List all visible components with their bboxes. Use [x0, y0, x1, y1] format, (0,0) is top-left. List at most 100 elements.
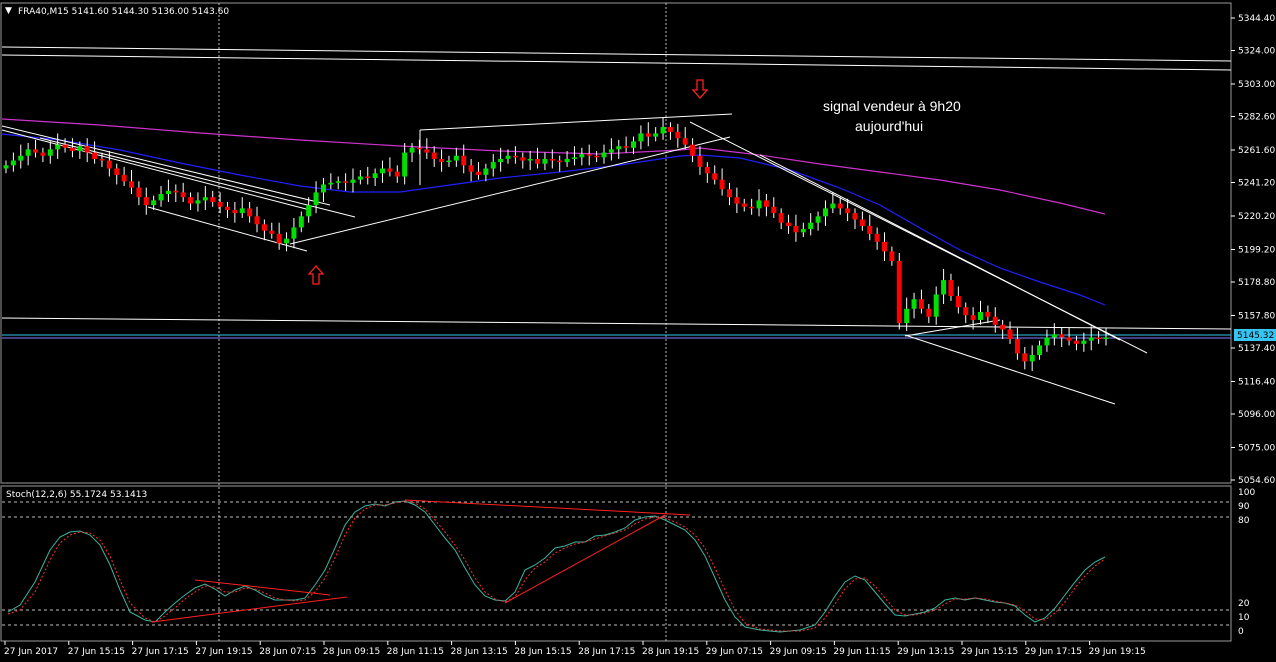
- candle-body: [284, 238, 290, 244]
- candle-body: [815, 216, 821, 223]
- candle-body: [520, 157, 526, 161]
- candle-body: [704, 166, 710, 174]
- candle-body: [977, 311, 983, 320]
- candle-body: [475, 171, 481, 175]
- candle-body: [365, 176, 371, 179]
- time-tick-label: 27 Jun 2017: [4, 647, 58, 657]
- time-tick-label: 28 Jun 15:15: [514, 647, 571, 657]
- annotation-line-1: signal vendeur à 9h20: [823, 98, 961, 114]
- symbol-header: FRA40,M15 5141.60 5144.30 5136.00 5143.6…: [18, 7, 229, 17]
- price-tick-label: 5261.60: [1238, 146, 1275, 156]
- candle-body: [1044, 337, 1050, 346]
- candle-body: [10, 160, 16, 166]
- candle-body: [882, 241, 888, 252]
- candle-body: [372, 173, 378, 179]
- candle-body: [586, 154, 592, 156]
- time-tick-label: 28 Jun 19:15: [642, 647, 699, 657]
- candle-body: [1096, 337, 1102, 340]
- time-tick-label: 28 Jun 09:15: [323, 647, 380, 657]
- candle-body: [512, 155, 518, 158]
- candle-body: [786, 222, 792, 226]
- candle-body: [195, 200, 201, 204]
- stoch-tick-label: 90: [1238, 502, 1250, 512]
- candle-body: [719, 179, 725, 190]
- candle-body: [726, 189, 732, 198]
- stoch-tick-label: 0: [1238, 627, 1244, 637]
- candle-body: [143, 197, 149, 206]
- candle-body: [18, 155, 24, 161]
- candle-body: [232, 209, 238, 214]
- time-tick-label: 29 Jun 17:15: [1025, 647, 1082, 657]
- price-tick-label: 5116.40: [1238, 377, 1275, 387]
- candle-body: [963, 307, 969, 316]
- candle-body: [896, 260, 902, 324]
- candle-body: [343, 181, 349, 183]
- candle-body: [837, 203, 843, 209]
- candle-body: [1007, 329, 1013, 340]
- time-tick-label: 27 Jun 19:15: [195, 647, 252, 657]
- time-tick-label: 29 Jun 07:15: [706, 647, 763, 657]
- time-tick-label: 29 Jun 11:15: [833, 647, 890, 657]
- trading-chart[interactable]: ▼ FRA40,M15 5141.60 5144.30 5136.00 5143…: [0, 0, 1276, 662]
- candle-body: [483, 168, 489, 175]
- candle-body: [350, 179, 356, 183]
- price-tick-label: 5137.40: [1238, 344, 1275, 354]
- candle-body: [247, 208, 253, 217]
- candle-body: [1066, 337, 1072, 341]
- candle-body: [180, 192, 186, 198]
- price-tick-label: 5096.00: [1238, 410, 1275, 420]
- stoch-tick-label: 20: [1238, 599, 1250, 609]
- candle-body: [808, 222, 814, 230]
- current-price-label: 5145.32: [1237, 331, 1274, 341]
- candle-body: [431, 152, 437, 159]
- candle-body: [453, 155, 459, 161]
- candle-body: [25, 149, 31, 156]
- candle-body: [557, 160, 563, 163]
- candle-body: [33, 149, 39, 153]
- chart-menu-arrow-icon[interactable]: ▼: [5, 6, 12, 16]
- candle-body: [527, 158, 533, 161]
- candle-body: [933, 294, 939, 317]
- candle-body: [121, 174, 127, 182]
- candle-body: [1037, 345, 1043, 356]
- time-tick-label: 29 Jun 13:15: [897, 647, 954, 657]
- candle-body: [601, 152, 607, 158]
- candle-body: [667, 127, 673, 132]
- candle-body: [852, 213, 858, 220]
- candle-body: [749, 206, 755, 209]
- price-tick-label: 5220.20: [1238, 212, 1275, 222]
- candle-body: [151, 200, 157, 206]
- time-tick-label: 27 Jun 15:15: [68, 647, 125, 657]
- candle-body: [409, 147, 415, 153]
- candle-body: [845, 208, 851, 214]
- candle-body: [955, 296, 961, 308]
- candle-body: [77, 146, 83, 151]
- candle-body: [1029, 355, 1035, 362]
- candle-body: [911, 299, 917, 309]
- candle-body: [985, 311, 991, 317]
- candle-body: [291, 227, 297, 239]
- candle-body: [712, 173, 718, 180]
- candle-body: [1014, 339, 1020, 354]
- candle-body: [822, 208, 828, 217]
- candle-body: [535, 158, 541, 164]
- candle-body: [1081, 340, 1087, 344]
- candle-body: [579, 154, 585, 158]
- candle-body: [416, 147, 422, 150]
- candle-body: [1073, 340, 1079, 344]
- candle-body: [394, 171, 400, 177]
- time-tick-label: 28 Jun 17:15: [578, 647, 635, 657]
- candle-body: [1088, 337, 1094, 341]
- candle-body: [3, 165, 9, 169]
- time-tick-label: 29 Jun 15:15: [961, 647, 1018, 657]
- candle-body: [446, 160, 452, 163]
- candle-body: [970, 315, 976, 320]
- candle-body: [224, 206, 230, 210]
- candle-body: [867, 225, 873, 234]
- price-tick-label: 5303.00: [1238, 80, 1275, 90]
- chart-background: [0, 0, 1276, 662]
- candle-body: [106, 160, 112, 169]
- candle-body: [298, 216, 304, 228]
- candle-body: [129, 181, 135, 188]
- candle-body: [461, 155, 467, 166]
